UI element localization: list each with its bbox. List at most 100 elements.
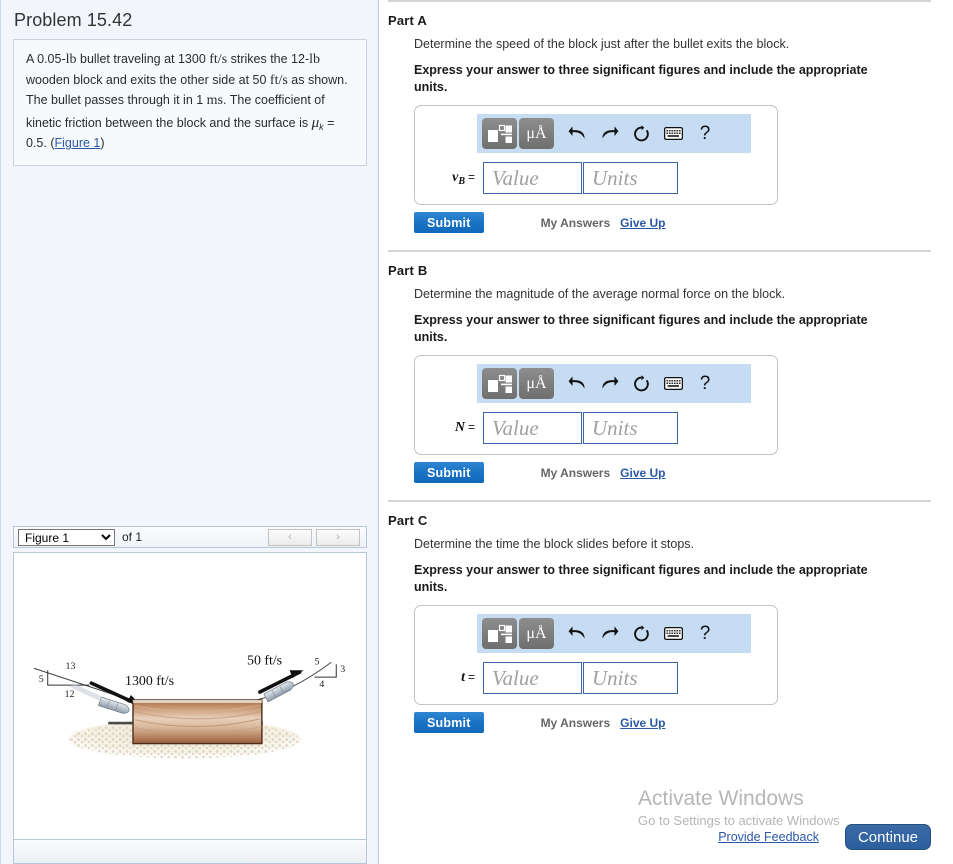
figure-footer-bar bbox=[13, 840, 367, 864]
panel-spacer bbox=[0, 166, 378, 526]
answer-row: t = bbox=[425, 662, 767, 694]
part-spacer bbox=[388, 233, 931, 250]
keyboard-icon[interactable] bbox=[658, 370, 688, 398]
units-mu-angstrom-button[interactable]: μÅ bbox=[519, 118, 554, 149]
math-template-icon[interactable] bbox=[482, 618, 517, 649]
part-question: Determine the magnitude of the average n… bbox=[414, 287, 786, 301]
units-mu-angstrom-button[interactable]: μÅ bbox=[519, 368, 554, 399]
math-toolbar: μÅ? bbox=[477, 114, 751, 153]
part-question: Determine the time the block slides befo… bbox=[414, 537, 694, 551]
give-up-link[interactable]: Give Up bbox=[620, 466, 665, 480]
help-question-icon[interactable]: ? bbox=[690, 620, 720, 648]
undo-arrow-icon[interactable] bbox=[562, 120, 592, 148]
math-unit: ft/s bbox=[209, 52, 228, 67]
answer-units-input[interactable] bbox=[583, 162, 678, 194]
help-question-icon[interactable]: ? bbox=[690, 370, 720, 398]
part-title: Part A bbox=[388, 13, 428, 28]
left-triangle-hyp-label: 13 bbox=[66, 661, 76, 672]
math-toolbar: μÅ? bbox=[477, 614, 751, 653]
figure-prev-button[interactable]: ‹ bbox=[268, 528, 312, 546]
page-title: Problem 15.42 bbox=[14, 10, 133, 30]
help-question-icon[interactable]: ? bbox=[690, 120, 720, 148]
answer-value-input[interactable] bbox=[483, 412, 582, 444]
part-instruction: Express your answer to three significant… bbox=[414, 563, 868, 594]
undo-arrow-icon[interactable] bbox=[562, 620, 592, 648]
submit-button[interactable]: Submit bbox=[414, 462, 484, 483]
footer-bar: Provide Feedback Continue bbox=[379, 824, 931, 850]
answer-widget: μÅ? N = bbox=[414, 355, 778, 455]
part-section-b: Part B Determine the magnitude of the ave… bbox=[388, 250, 931, 500]
statement-text: bullet traveling at 1300 bbox=[76, 52, 210, 66]
undo-arrow-icon[interactable] bbox=[562, 370, 592, 398]
part-instruction: Express your answer to three significant… bbox=[414, 63, 868, 94]
units-mu-angstrom-button[interactable]: μÅ bbox=[519, 618, 554, 649]
redo-arrow-icon[interactable] bbox=[594, 120, 624, 148]
figure-next-button[interactable]: › bbox=[316, 528, 360, 546]
part-title: Part C bbox=[388, 513, 428, 528]
answer-row: N = bbox=[425, 412, 767, 444]
figure-1-link[interactable]: Figure 1 bbox=[55, 136, 101, 150]
variable-subscript: B bbox=[458, 175, 465, 187]
math-unit: ft/s bbox=[269, 72, 288, 88]
math-template-icon[interactable] bbox=[482, 118, 517, 149]
part-spacer bbox=[388, 733, 931, 739]
redo-arrow-icon[interactable] bbox=[594, 620, 624, 648]
give-up-link[interactable]: Give Up bbox=[620, 216, 665, 230]
reset-circular-arrow-icon[interactable] bbox=[626, 120, 656, 148]
answer-variable-label: t = bbox=[431, 670, 483, 686]
math-unit: ms bbox=[206, 93, 224, 109]
page-root: Problem 15.42 A 0.05-lb bullet traveling… bbox=[0, 0, 953, 864]
my-answers-label[interactable]: My Answers bbox=[541, 216, 611, 230]
keyboard-icon[interactable] bbox=[658, 620, 688, 648]
part-body: Determine the speed of the block just af… bbox=[414, 37, 931, 233]
statement-text: ) bbox=[100, 136, 105, 151]
left-slope-triangle bbox=[47, 670, 90, 686]
answer-variable-label: vB = bbox=[431, 170, 483, 187]
my-answers-label[interactable]: My Answers bbox=[541, 716, 611, 730]
statement-text: A 0.05- bbox=[26, 52, 66, 66]
submit-button[interactable]: Submit bbox=[414, 212, 484, 233]
submit-row: Submit My Answers Give Up bbox=[414, 712, 931, 733]
part-body: Determine the magnitude of the average n… bbox=[414, 287, 931, 483]
figure-count-label: of 1 bbox=[122, 530, 143, 544]
submit-row: Submit My Answers Give Up bbox=[414, 212, 931, 233]
wooden-block bbox=[132, 699, 263, 745]
figure-nav-group: ‹ › bbox=[268, 528, 362, 546]
answer-widget: μÅ? vB = bbox=[414, 105, 778, 205]
part-divider bbox=[388, 0, 931, 2]
math-toolbar: μÅ? bbox=[477, 364, 751, 403]
my-answers-label[interactable]: My Answers bbox=[541, 466, 611, 480]
physics-diagram-svg: 13 5 12 5 3 4 1300 ft/s 50 ft/s bbox=[33, 653, 345, 761]
answer-units-input[interactable] bbox=[583, 412, 678, 444]
part-body: Determine the time the block slides befo… bbox=[414, 537, 931, 733]
redo-arrow-icon[interactable] bbox=[594, 370, 624, 398]
part-title: Part B bbox=[388, 263, 428, 278]
reset-circular-arrow-icon[interactable] bbox=[626, 370, 656, 398]
variable-symbol: N bbox=[454, 420, 465, 435]
figure-toolbar: Figure 1 of 1 ‹ › bbox=[13, 526, 367, 548]
math-template-icon[interactable] bbox=[482, 368, 517, 399]
figure-image[interactable]: 13 5 12 5 3 4 1300 ft/s 50 ft/s bbox=[13, 552, 367, 840]
answer-row: vB = bbox=[425, 162, 767, 194]
left-triangle-vert-label: 5 bbox=[39, 674, 44, 685]
provide-feedback-link[interactable]: Provide Feedback bbox=[718, 830, 819, 844]
right-triangle-hyp-label: 5 bbox=[314, 656, 319, 667]
variable-symbol: t bbox=[461, 670, 465, 685]
submit-button[interactable]: Submit bbox=[414, 712, 484, 733]
left-triangle-horiz-label: 12 bbox=[65, 689, 75, 700]
give-up-link[interactable]: Give Up bbox=[620, 716, 665, 730]
figure-select[interactable]: Figure 1 bbox=[18, 528, 115, 546]
reset-circular-arrow-icon[interactable] bbox=[626, 620, 656, 648]
equals-sign: = bbox=[467, 169, 475, 184]
equals-sign: = bbox=[467, 420, 475, 434]
answer-value-input[interactable] bbox=[483, 162, 582, 194]
part-spacer bbox=[388, 483, 931, 500]
answer-units-input[interactable] bbox=[583, 662, 678, 694]
problem-statement: A 0.05-lb bullet traveling at 1300 ft/s … bbox=[13, 39, 367, 166]
submit-row: Submit My Answers Give Up bbox=[414, 462, 931, 483]
answer-value-input[interactable] bbox=[483, 662, 582, 694]
incoming-speed-label: 1300 ft/s bbox=[125, 674, 174, 689]
parts-panel: Part A Determine the speed of the block j… bbox=[379, 0, 953, 864]
keyboard-icon[interactable] bbox=[658, 120, 688, 148]
continue-button[interactable]: Continue bbox=[844, 824, 931, 850]
